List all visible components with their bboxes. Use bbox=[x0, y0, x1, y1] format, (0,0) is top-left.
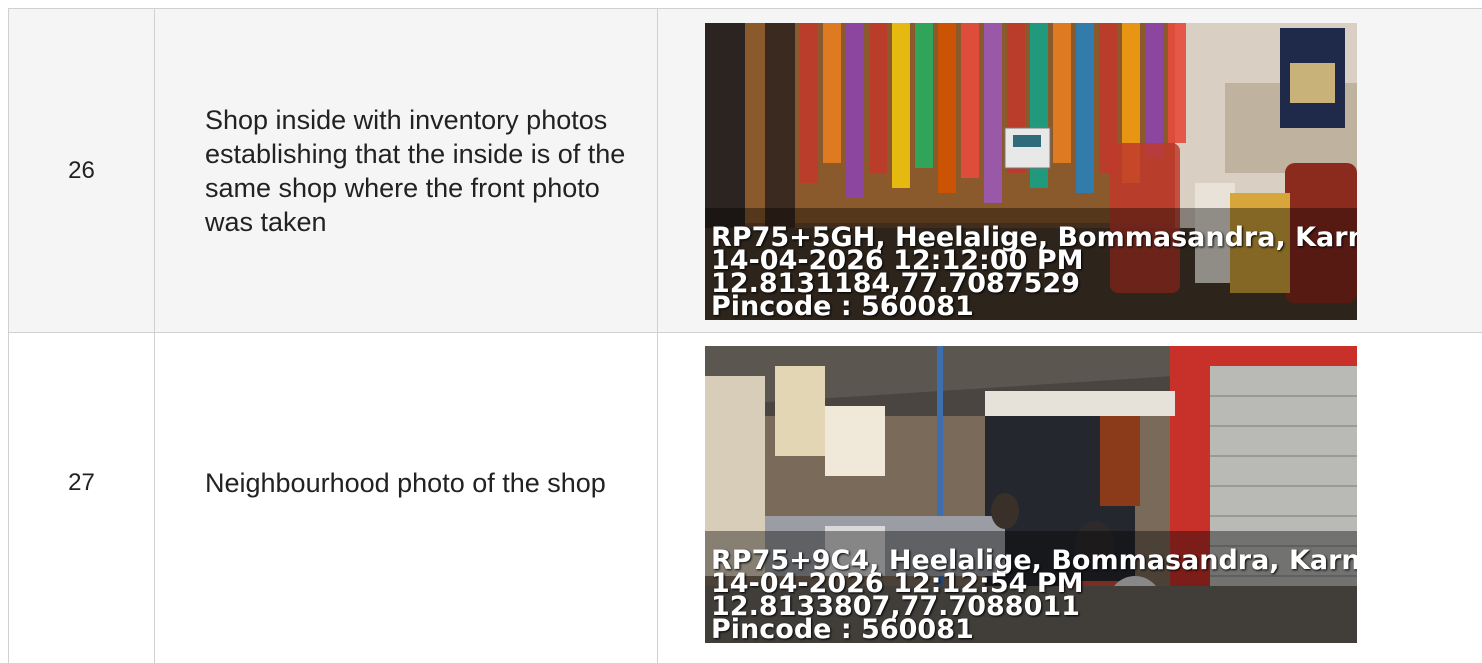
geotag-stamp: RP75+5GH, Heelalige, Bommasandra, Karnat… bbox=[711, 226, 1357, 318]
row-description: Shop inside with inventory photos establ… bbox=[205, 103, 645, 239]
row-number-cell: 27 bbox=[9, 333, 155, 663]
photo-evidence-table: 26 Shop inside with inventory photos est… bbox=[8, 8, 1482, 663]
shop-inside-photo: RP75+5GH, Heelalige, Bommasandra, Karnat… bbox=[705, 23, 1357, 320]
description-cell: Shop inside with inventory photos establ… bbox=[155, 9, 658, 333]
neighbourhood-photo: RP75+9C4, Heelalige, Bommasandra, Karnat… bbox=[705, 346, 1357, 643]
geotag-stamp: RP75+9C4, Heelalige, Bommasandra, Karnat… bbox=[711, 549, 1357, 641]
table-row: 27 Neighbourhood photo of the shop bbox=[9, 333, 1482, 663]
description-cell: Neighbourhood photo of the shop bbox=[155, 333, 658, 663]
photo-cell: RP75+9C4, Heelalige, Bommasandra, Karnat… bbox=[658, 333, 1482, 663]
row-description: Neighbourhood photo of the shop bbox=[205, 466, 606, 500]
row-number: 27 bbox=[68, 469, 95, 497]
row-number-cell: 26 bbox=[9, 9, 155, 333]
row-number: 26 bbox=[68, 157, 95, 185]
table-row: 26 Shop inside with inventory photos est… bbox=[9, 9, 1482, 333]
photo-cell: RP75+5GH, Heelalige, Bommasandra, Karnat… bbox=[658, 9, 1482, 333]
